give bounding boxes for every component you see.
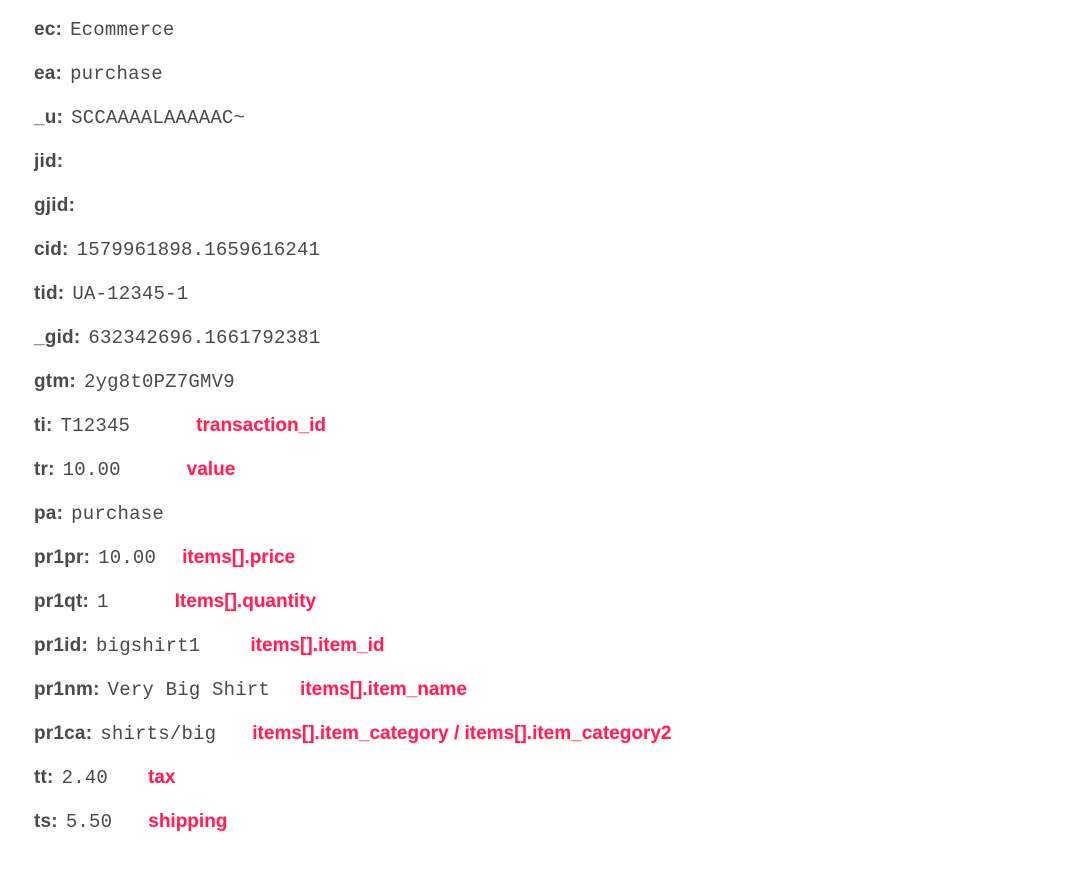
param-row-ec: ec: Ecommerce [34,18,1058,41]
param-row-ti: ti: T12345 transaction_id [34,414,1058,437]
param-key: pr1pr: [34,547,90,569]
param-key: cid: [34,239,69,261]
annotation-shipping: shipping [148,811,227,833]
param-key: gjid: [34,195,75,217]
param-key: tid: [34,283,64,305]
annotation-tax: tax [148,767,175,789]
param-row-ea: ea: purchase [34,62,1058,85]
param-key: pr1nm: [34,679,100,701]
annotation-value: value [187,459,236,481]
param-value: 1 [97,591,109,613]
param-value: 2.40 [62,767,108,789]
param-row-cid: cid: 1579961898.1659616241 [34,238,1058,261]
param-row-pr1id: pr1id: bigshirt1 items[].item_id [34,634,1058,657]
param-row-pr1ca: pr1ca: shirts/big items[].item_category … [34,722,1058,745]
param-key: ts: [34,811,58,833]
param-value: 5.50 [66,811,112,833]
annotation-transaction-id: transaction_id [196,415,326,437]
param-row-pr1pr: pr1pr: 10.00 items[].price [34,546,1058,569]
param-key: pa: [34,503,63,525]
param-key: tt: [34,767,54,789]
param-row-tt: tt: 2.40 tax [34,766,1058,789]
param-key: jid: [34,151,63,173]
param-row-gjid: gjid: [34,194,1058,217]
param-row-jid: jid: [34,150,1058,173]
param-row-pa: pa: purchase [34,502,1058,525]
param-row-gtm: gtm: 2yg8t0PZ7GMV9 [34,370,1058,393]
param-key: ti: [34,415,53,437]
param-value: 2yg8t0PZ7GMV9 [84,371,235,393]
param-row-pr1qt: pr1qt: 1 Items[].quantity [34,590,1058,613]
annotation-items-item-category: items[].item_category / items[].item_cat… [252,723,671,745]
param-row-u: _u: SCCAAAALAAAAAC~ [34,106,1058,129]
param-key: ea: [34,63,62,85]
param-value: 1579961898.1659616241 [77,239,321,261]
param-value: UA-12345-1 [72,283,188,305]
param-row-pr1nm: pr1nm: Very Big Shirt items[].item_name [34,678,1058,701]
annotation-items-item-name: items[].item_name [300,679,467,701]
param-value: SCCAAAALAAAAAC~ [71,107,245,129]
param-value: 10.00 [63,459,121,481]
param-key: ec: [34,19,62,41]
param-value: purchase [70,63,163,85]
param-value: T12345 [61,415,131,437]
param-value: shirts/big [100,723,216,745]
param-value: bigshirt1 [96,635,200,657]
param-key: tr: [34,459,55,481]
param-key: pr1qt: [34,591,89,613]
param-key: _u: [34,107,63,129]
annotation-items-price: items[].price [182,547,295,569]
param-value: Ecommerce [70,19,174,41]
param-key: pr1id: [34,635,88,657]
param-value: purchase [71,503,164,525]
param-row-ts: ts: 5.50 shipping [34,810,1058,833]
annotation-items-item-id: items[].item_id [250,635,384,657]
param-value: 10.00 [98,547,156,569]
annotation-items-quantity: Items[].quantity [175,591,316,613]
param-value: Very Big Shirt [108,679,270,701]
param-key: gtm: [34,371,76,393]
param-value: 632342696.1661792381 [88,327,320,349]
param-row-tr: tr: 10.00 value [34,458,1058,481]
param-key: _gid: [34,327,80,349]
param-row-tid: tid: UA-12345-1 [34,282,1058,305]
param-key: pr1ca: [34,723,92,745]
param-row-gid: _gid: 632342696.1661792381 [34,326,1058,349]
